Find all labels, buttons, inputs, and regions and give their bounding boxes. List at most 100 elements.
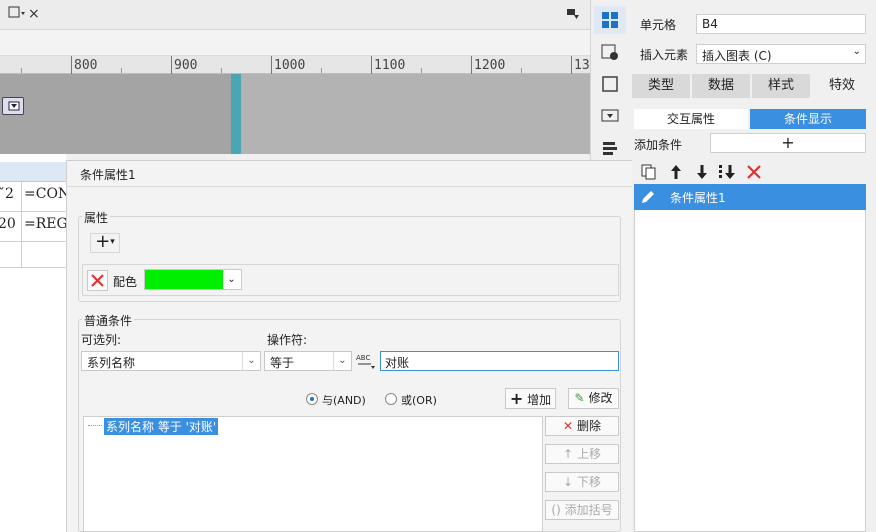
or-label: 或(OR) xyxy=(401,394,437,407)
cell-text: =REGE xyxy=(24,216,66,232)
table-row[interactable]: ˇ2 =CONC xyxy=(0,182,66,212)
edit-icon xyxy=(642,191,654,203)
delete-icon[interactable] xyxy=(745,163,763,181)
move-up-label: 上移 xyxy=(576,447,601,461)
chevron-down-icon: ⌄ xyxy=(852,46,861,57)
color-picker[interactable]: ⌄ xyxy=(144,269,242,290)
condition-item-label: 条件属性1 xyxy=(670,191,726,205)
border-icon[interactable] xyxy=(600,74,620,94)
ruler-tick xyxy=(571,56,572,74)
tab-style[interactable]: 样式 xyxy=(752,74,810,98)
ruler-tick xyxy=(71,56,72,74)
ruler-tick xyxy=(171,56,172,74)
add-condition-label: 增加 xyxy=(527,393,552,407)
add-condition-label: 添加条件 xyxy=(634,138,683,152)
move-down-icon[interactable] xyxy=(693,163,711,181)
insert-element-select[interactable]: 插入图表 (C) ⌄ xyxy=(696,44,866,64)
up-arrow-icon: ↑ xyxy=(563,447,574,461)
chevron-down-icon: ⌄ xyxy=(242,352,260,370)
bracket-icon: () xyxy=(551,503,561,517)
operator-label: 操作符: xyxy=(267,333,308,347)
ruler-label: 900 xyxy=(174,58,198,73)
add-condition-button[interactable]: + 增加 xyxy=(505,388,556,409)
tab-close-icon[interactable]: × xyxy=(28,6,40,22)
tab-menu-icon[interactable] xyxy=(566,8,580,20)
cell-text: ˇ2 xyxy=(0,186,14,202)
ruler-label: 800 xyxy=(74,58,98,73)
move-down-button[interactable]: ↓ 下移 xyxy=(545,472,619,492)
border-style-icon[interactable] xyxy=(8,6,26,20)
delete-button[interactable]: ✕ 删除 xyxy=(545,416,619,436)
condition-expression[interactable]: 系列名称 等于 '对账' xyxy=(104,418,219,435)
document-tab-strip xyxy=(0,0,590,30)
move-down-label: 下移 xyxy=(576,475,601,489)
dropdown-icon xyxy=(8,101,20,111)
canvas-splitter[interactable] xyxy=(231,74,241,154)
dropdown-widget-icon[interactable] xyxy=(600,106,620,126)
insert-element-value: 插入图表 (C) xyxy=(702,49,772,63)
ruler-label: 13 xyxy=(574,58,590,73)
add-attribute-symbol: + xyxy=(95,231,111,252)
cell-name-input[interactable]: B4 xyxy=(696,14,866,34)
cell-text: =CONC xyxy=(24,186,66,202)
svg-text:ABC: ABC xyxy=(356,354,370,362)
ruler-tick xyxy=(271,56,272,74)
column-select[interactable]: 系列名称 ⌄ xyxy=(81,351,261,371)
chevron-down-icon: ⌄ xyxy=(227,274,236,285)
horizontal-ruler: 800 900 1000 1100 1200 13 xyxy=(0,56,590,74)
move-up-button[interactable]: ↑ 上移 xyxy=(545,444,619,464)
move-up-icon[interactable] xyxy=(667,163,685,181)
canvas-dropdown[interactable] xyxy=(2,97,24,115)
copy-icon[interactable] xyxy=(640,163,658,181)
plus-icon: + xyxy=(509,389,524,408)
subtab-condition-display[interactable]: 条件显示 xyxy=(750,109,866,129)
column-select-value: 系列名称 xyxy=(87,356,136,370)
tab-type[interactable]: 类型 xyxy=(632,74,690,98)
modify-condition-button[interactable]: ✎ 修改 xyxy=(568,388,619,409)
add-condition-button[interactable]: + xyxy=(710,133,866,153)
cell-text: 20 xyxy=(0,216,16,232)
add-attribute-button[interactable]: +▾ xyxy=(90,233,120,253)
cell-attributes-icon[interactable] xyxy=(600,10,620,30)
chevron-down-icon: ⌄ xyxy=(333,352,351,370)
add-bracket-label: 添加括号 xyxy=(564,503,613,517)
optional-column-label: 可选列: xyxy=(81,333,122,347)
color-swatch xyxy=(145,270,223,289)
insert-element-label: 插入元素 xyxy=(640,48,689,62)
operator-select[interactable]: 等于 ⌄ xyxy=(264,351,352,371)
ruler-label: 1200 xyxy=(474,58,506,73)
tab-data[interactable]: 数据 xyxy=(692,74,750,98)
attributes-label: 属性 xyxy=(82,209,111,226)
close-icon xyxy=(91,274,104,287)
table-row[interactable] xyxy=(0,242,66,268)
modify-condition-label: 修改 xyxy=(588,391,613,405)
value-type-icon[interactable]: ABC xyxy=(355,350,377,372)
value-input[interactable]: 对账 xyxy=(380,351,619,371)
dialog-title: 条件属性1 xyxy=(80,168,136,182)
delete-icon: ✕ xyxy=(563,419,574,433)
widget-settings-icon[interactable] xyxy=(600,42,620,62)
condition-list[interactable] xyxy=(634,184,866,532)
divider xyxy=(66,186,632,187)
toolbar xyxy=(0,30,590,56)
add-bracket-button[interactable]: () 添加括号 xyxy=(545,500,619,520)
list-item[interactable]: 条件属性1 xyxy=(634,184,866,210)
layer-icon[interactable] xyxy=(600,138,620,158)
delete-label: 删除 xyxy=(576,419,601,433)
ruler-label: 1000 xyxy=(274,58,306,73)
or-radio[interactable] xyxy=(385,393,397,405)
remove-attribute-button[interactable] xyxy=(87,270,108,291)
and-radio[interactable] xyxy=(306,393,318,405)
down-arrow-icon: ↓ xyxy=(563,475,574,489)
general-condition-label: 普通条件 xyxy=(82,312,135,329)
tab-effects[interactable]: 特效 xyxy=(812,74,872,98)
table-row[interactable]: 20 =REGE xyxy=(0,212,66,242)
sheet-column-header xyxy=(0,162,66,182)
cell-label: 单元格 xyxy=(640,18,677,32)
subtab-interaction[interactable]: 交互属性 xyxy=(634,109,748,129)
operator-select-value: 等于 xyxy=(270,356,295,370)
modify-icon: ✎ xyxy=(574,391,585,405)
ruler-label: 1100 xyxy=(374,58,406,73)
move-bottom-icon[interactable] xyxy=(717,163,737,181)
chevron-down-icon: ▾ xyxy=(110,237,115,247)
